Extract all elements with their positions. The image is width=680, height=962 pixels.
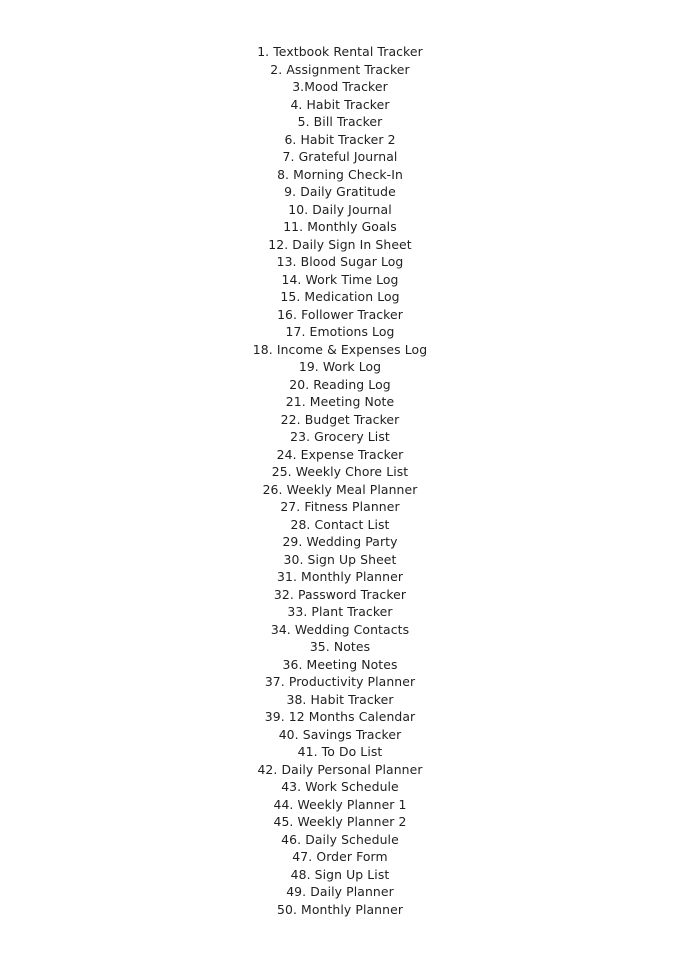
list-item: 50. Monthly Planner bbox=[276, 901, 404, 917]
list-item: 41. To Do List bbox=[297, 744, 383, 759]
list-item: 12. Daily Sign In Sheet bbox=[268, 236, 412, 252]
list-item: 2. Assignment Tracker bbox=[270, 61, 410, 77]
list-item: 25. Weekly Chore List bbox=[271, 464, 409, 479]
list-item: 40. Savings Tracker bbox=[278, 726, 402, 742]
list-item: 1. Textbook Rental Tracker bbox=[257, 44, 423, 59]
list-item: 44. Weekly Planner 1 bbox=[273, 796, 407, 812]
list-item: 29. Wedding Party bbox=[282, 534, 398, 549]
list-item: 23. Grocery List bbox=[290, 429, 390, 444]
list-item: 27. Fitness Planner bbox=[280, 499, 400, 514]
list-item: 37. Productivity Planner bbox=[264, 674, 416, 689]
list-item: 33. Plant Tracker bbox=[287, 604, 393, 619]
list-item: 45. Weekly Planner 2 bbox=[273, 814, 407, 829]
list-item: 38. Habit Tracker bbox=[286, 691, 394, 707]
list-item: 24. Expense Tracker bbox=[276, 446, 404, 462]
list-item: 14. Work Time Log bbox=[281, 271, 399, 287]
list-item: 20. Reading Log bbox=[289, 376, 391, 392]
list-item: 8. Morning Check-In bbox=[277, 166, 403, 182]
list-item: 15. Medication Log bbox=[280, 289, 400, 304]
list-item: 22. Budget Tracker bbox=[280, 411, 400, 427]
list-item: 5. Bill Tracker bbox=[297, 114, 383, 129]
list-item: 16. Follower Tracker bbox=[277, 306, 403, 322]
list-item: 13. Blood Sugar Log bbox=[276, 254, 404, 269]
list-item: 49. Daily Planner bbox=[286, 884, 394, 899]
list-item: 17. Emotions Log bbox=[285, 324, 395, 339]
list-item: 36. Meeting Notes bbox=[282, 656, 398, 672]
list-item: 48. Sign Up List bbox=[290, 866, 390, 882]
list-item: 4. Habit Tracker bbox=[290, 96, 390, 112]
list-item: 39. 12 Months Calendar bbox=[264, 709, 416, 724]
list-item: 19. Work Log bbox=[298, 359, 382, 374]
template-list-page: 1. Textbook Rental Tracker 2. Assignment… bbox=[0, 43, 680, 918]
list-item: 35. Notes bbox=[309, 639, 371, 654]
list-item: 7. Grateful Journal bbox=[282, 149, 398, 164]
list-item: 34. Wedding Contacts bbox=[270, 621, 410, 637]
list-item: 11. Monthly Goals bbox=[283, 219, 397, 234]
list-item: 30. Sign Up Sheet bbox=[283, 551, 397, 567]
list-item: 47. Order Form bbox=[292, 849, 388, 864]
list-item: 9. Daily Gratitude bbox=[284, 184, 396, 199]
list-item: 10. Daily Journal bbox=[288, 201, 392, 217]
list-item: 21. Meeting Note bbox=[285, 394, 395, 409]
list-item: 42. Daily Personal Planner bbox=[257, 761, 423, 777]
list-item: 18. Income & Expenses Log bbox=[252, 341, 428, 357]
list-item: 3.Mood Tracker bbox=[292, 79, 388, 94]
list-item: 31. Monthly Planner bbox=[276, 569, 404, 584]
list-item: 46. Daily Schedule bbox=[281, 831, 399, 847]
list-item: 6. Habit Tracker 2 bbox=[284, 131, 396, 147]
list-item: 28. Contact List bbox=[290, 516, 390, 532]
template-list: 1. Textbook Rental Tracker 2. Assignment… bbox=[0, 43, 680, 918]
list-item: 32. Password Tracker bbox=[273, 586, 407, 602]
list-item: 43. Work Schedule bbox=[281, 779, 399, 794]
list-item: 26. Weekly Meal Planner bbox=[262, 481, 418, 497]
